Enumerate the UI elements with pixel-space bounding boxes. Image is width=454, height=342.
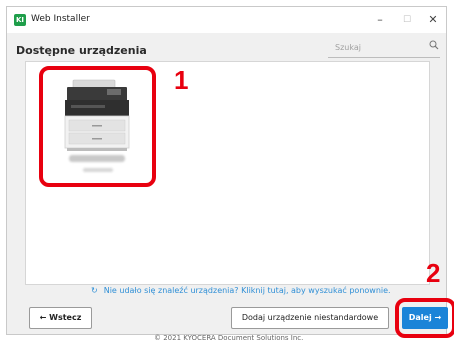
installer-window: KI Web Installer – ☐ ✕ Dostępne urządzen…: [6, 6, 454, 342]
copyright-text: © 2021 KYOCERA Document Solutions Inc.: [154, 334, 304, 342]
maximize-button[interactable]: ☐: [393, 11, 421, 29]
app-icon: KI: [14, 14, 26, 26]
close-button[interactable]: ✕: [419, 11, 447, 29]
back-button[interactable]: ← Wstecz: [29, 307, 92, 329]
back-label: Wstecz: [49, 313, 82, 322]
device-card[interactable]: [39, 66, 156, 187]
search-again-link[interactable]: ↻ Nie udało się znaleźć urządzenia? Klikn…: [91, 286, 391, 295]
add-custom-device-button[interactable]: Dodaj urządzenie niestandardowe: [231, 307, 389, 329]
title-bar: KI Web Installer – ☐ ✕: [7, 7, 446, 33]
callout-number-2: 2: [426, 258, 441, 288]
device-address: [83, 168, 113, 172]
callout-number-1: 1: [174, 65, 189, 95]
arrow-right-icon: →: [431, 313, 442, 322]
device-name: [69, 155, 125, 162]
device-list-panel: [25, 61, 430, 285]
minimize-button[interactable]: –: [366, 11, 394, 29]
refresh-icon: ↻: [91, 286, 98, 295]
search-input[interactable]: Szukaj: [328, 40, 440, 58]
search-icon[interactable]: [429, 40, 439, 50]
search-again-text: Nie udało się znaleźć urządzenia? Klikni…: [103, 286, 391, 295]
page-title: Dostępne urządzenia: [16, 44, 147, 57]
next-button[interactable]: Dalej →: [402, 307, 448, 329]
window-title: Web Installer: [31, 14, 90, 24]
arrow-left-icon: ←: [39, 313, 50, 322]
search-placeholder: Szukaj: [335, 43, 361, 52]
next-label: Dalej: [408, 313, 432, 322]
printer-icon: [64, 79, 130, 151]
